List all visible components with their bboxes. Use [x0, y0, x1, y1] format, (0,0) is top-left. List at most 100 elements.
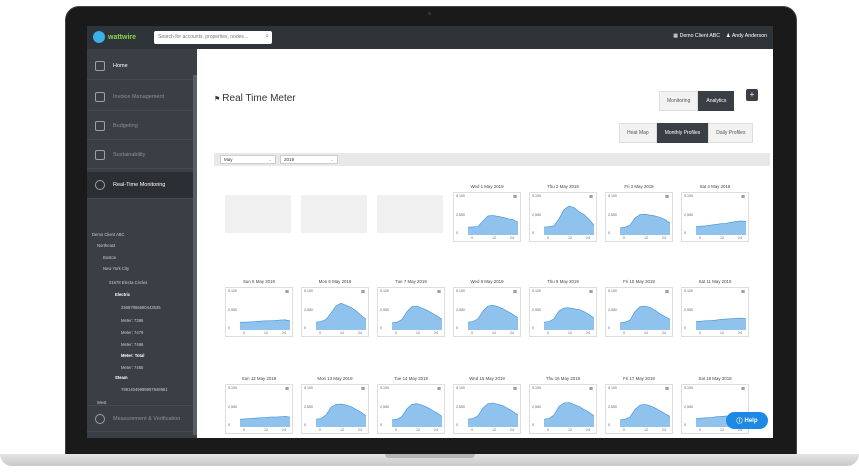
day-profile-chart[interactable]: 5,100 2,550 0 0 12 24 ≡ — [377, 287, 445, 337]
x-tick-label: 24 — [662, 428, 666, 432]
day-title: Thu 9 May 2019 — [547, 279, 579, 284]
y-tick-label: 2,550 — [532, 213, 541, 217]
tree-node[interactable]: Meter: 7466 — [121, 342, 143, 347]
tree-node[interactable]: Meter: 7465 — [121, 365, 143, 370]
day-profile-chart[interactable]: 5,100 2,550 0 0 12 24 ≡ — [453, 384, 521, 434]
logo[interactable]: wattwire — [93, 31, 136, 43]
day-profile-chart[interactable]: 5,100 2,550 0 0 12 24 ≡ — [529, 287, 597, 337]
y-tick-label: 2,550 — [456, 405, 465, 409]
day-title: Sat 11 May 2019 — [698, 279, 732, 284]
year-value: 2019 — [284, 157, 295, 162]
tree-node[interactable]: Boston — [103, 255, 116, 260]
day-profile-chart[interactable]: 5,100 2,550 0 0 12 24 ≡ — [605, 287, 673, 337]
day-profile-chart[interactable]: 5,100 2,550 0 0 12 24 ≡ — [225, 384, 293, 434]
sidebar-scrollbar[interactable] — [193, 75, 197, 435]
x-tick-label: 12 — [644, 236, 648, 240]
x-tick-label: 0 — [547, 331, 549, 335]
sidebar-item-home[interactable]: Home — [87, 53, 197, 80]
day-profile-chart[interactable]: 5,100 2,550 0 0 12 24 ≡ — [529, 384, 597, 434]
tree-node[interactable]: Northeast — [97, 243, 115, 248]
day-profile-chart[interactable]: 5,100 2,550 0 0 12 24 ≡ — [605, 192, 673, 242]
x-tick-label: 12 — [568, 331, 572, 335]
sidebar-item-label: Measurement & Verification — [113, 415, 181, 422]
tree-node[interactable]: Demo Client ABC — [92, 232, 125, 237]
day-profile-chart[interactable]: 5,100 2,550 0 0 12 24 ≡ — [529, 192, 597, 242]
y-tick-label: 2,550 — [532, 405, 541, 409]
day-title: Tue 7 May 2019 — [395, 279, 427, 284]
area-plot — [696, 220, 746, 235]
x-tick-label: 24 — [434, 428, 438, 432]
y-tick-label: 2,550 — [684, 213, 693, 217]
page-title: ⚑ Real Time Meter — [214, 93, 296, 104]
x-tick-label: 24 — [358, 428, 362, 432]
y-tick-label: 0 — [608, 423, 610, 427]
day-profile-chart[interactable]: 5,100 2,550 0 0 12 24 ≡ — [453, 192, 521, 242]
x-tick-label: 12 — [416, 428, 420, 432]
tree-node[interactable]: 25687956680443635 — [121, 305, 161, 310]
tree-node-selected[interactable]: Electric — [115, 292, 130, 297]
y-tick-label: 5,100 — [684, 386, 693, 390]
day-profile-chart[interactable]: 5,100 2,550 0 0 12 24 ≡ — [605, 384, 673, 434]
day-title: Wed 8 May 2019 — [470, 279, 504, 284]
sidebar-item-budgeting[interactable]: Budgeting — [87, 113, 197, 140]
tree-node[interactable]: 79914049999957948961 — [121, 387, 168, 392]
logo-mark-icon — [93, 31, 105, 43]
y-tick-label: 0 — [532, 231, 534, 235]
tree-node[interactable]: 01678 Electa Circles — [109, 280, 147, 285]
area-plot — [696, 317, 746, 330]
sidebar-item-invoice-management[interactable]: Invoice Management — [87, 84, 197, 111]
y-tick-label: 5,100 — [532, 194, 541, 198]
tree-node[interactable]: Meter: Total — [121, 353, 144, 358]
day-profile-chart[interactable]: 5,100 2,550 0 0 12 24 ≡ — [377, 384, 445, 434]
help-button[interactable]: ⓘ Help — [726, 412, 768, 429]
search-icon[interactable]: ⌕ — [265, 33, 269, 41]
x-tick-label: 12 — [492, 428, 496, 432]
tab-monitoring[interactable]: Monitoring — [659, 91, 699, 111]
tree-node[interactable]: New York City — [103, 266, 129, 271]
client-selector[interactable]: ▦ Demo Client ABC — [673, 33, 720, 39]
laptop-frame: wattwire Search for accounts, properties… — [0, 0, 859, 474]
y-tick-label: 5,100 — [456, 386, 465, 390]
chart-icon — [95, 121, 105, 131]
sidebar-item-measurement-verification[interactable]: Measurement & Verification — [87, 405, 197, 432]
day-profile-chart[interactable]: 5,100 2,550 0 0 12 24 ≡ — [681, 287, 749, 337]
sidebar-item-sustainability[interactable]: Sustainability — [87, 142, 197, 169]
x-tick-label: 0 — [547, 428, 549, 432]
tab-monthly-profiles[interactable]: Monthly Profiles — [656, 123, 709, 143]
empty-day-slot — [225, 195, 291, 233]
tab-daily-profiles[interactable]: Daily Profiles — [708, 123, 754, 143]
day-profile-chart[interactable]: 5,100 2,550 0 0 12 24 ≡ — [301, 384, 369, 434]
chevron-down-icon: ⌄ — [330, 157, 334, 162]
tree-node[interactable]: Steam — [115, 375, 128, 380]
day-profile-chart[interactable]: 5,100 2,550 0 0 12 24 ≡ — [301, 287, 369, 337]
year-select[interactable]: 2019 ⌄ — [280, 155, 338, 164]
tree-node[interactable]: Meter: 7386 — [121, 318, 143, 323]
area-plot — [620, 305, 670, 330]
chevron-down-icon: ⌄ — [268, 157, 272, 162]
x-tick-label: 0 — [471, 331, 473, 335]
y-tick-label: 5,100 — [304, 289, 313, 293]
y-tick-label: 0 — [456, 231, 458, 235]
area-plot — [468, 215, 518, 235]
x-tick-label: 0 — [623, 236, 625, 240]
day-profile-chart[interactable]: 5,100 2,550 0 0 12 24 ≡ — [681, 192, 749, 242]
tab-heat-map[interactable]: Heat Map — [619, 123, 657, 143]
x-tick-label: 24 — [586, 236, 590, 240]
x-tick-label: 24 — [282, 428, 286, 432]
day-profile-chart[interactable]: 5,100 2,550 0 0 12 24 ≡ — [225, 287, 293, 337]
load-area — [696, 318, 746, 330]
x-tick-label: 24 — [358, 331, 362, 335]
day-profile-chart[interactable]: 5,100 2,550 0 0 12 24 ≡ — [453, 287, 521, 337]
month-select[interactable]: May ⌄ — [220, 155, 276, 164]
sidebar-item-real-time-monitoring[interactable]: Real-Time Monitoring — [87, 172, 197, 199]
x-tick-label: 12 — [720, 331, 724, 335]
sidebar-item-label: Home — [113, 63, 128, 69]
day-title: Fri 3 May 2019 — [624, 184, 654, 189]
tab-analytics[interactable]: Analytics — [698, 91, 735, 111]
y-tick-label: 5,100 — [684, 194, 693, 198]
user-menu[interactable]: ♟ Andy Anderson — [726, 33, 767, 39]
tree-node[interactable]: Meter: 7479 — [121, 330, 143, 335]
add-button[interactable]: + — [746, 89, 758, 101]
search-input[interactable]: Search for accounts, properties, nodes..… — [154, 31, 272, 44]
y-tick-label: 5,100 — [684, 289, 693, 293]
